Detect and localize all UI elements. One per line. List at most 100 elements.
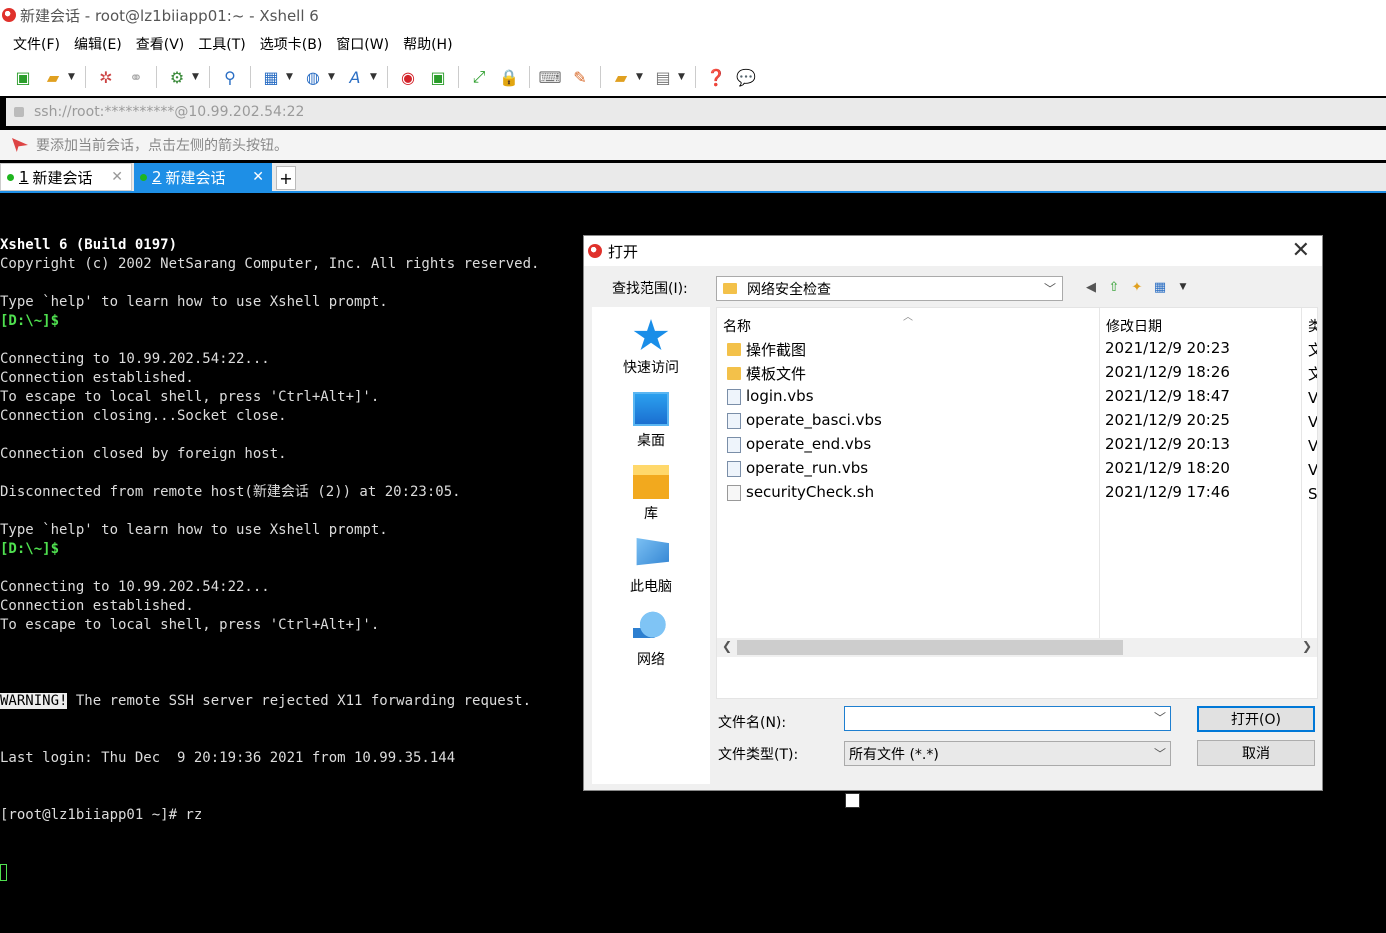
place-library[interactable]: 库 — [592, 465, 710, 523]
up-folder-icon[interactable]: ⇧ — [1105, 278, 1123, 296]
place-quick-access[interactable]: 快速访问 — [592, 319, 710, 377]
chat-icon[interactable]: 💬 — [735, 66, 757, 88]
status-dot-icon — [140, 173, 147, 181]
place-desktop[interactable]: 桌面 — [592, 392, 710, 450]
chevron-down-icon[interactable]: ▼ — [1174, 278, 1192, 296]
chevron-down-icon[interactable]: ▼ — [328, 72, 336, 82]
tab-session-1[interactable]: 1 新建会话 ✕ — [0, 163, 132, 191]
vbscript-file-icon — [727, 389, 741, 405]
new-session-icon[interactable]: ▣ — [12, 66, 34, 88]
xftp-icon[interactable]: ▣ — [427, 66, 449, 88]
open-folder-icon[interactable]: ▰ — [42, 66, 64, 88]
address-text: ssh://root:**********@10.99.202.54:22 — [34, 104, 305, 120]
place-this-pc[interactable]: 此电脑 — [592, 538, 710, 596]
file-row[interactable]: operate_basci.vbs 2021/12/9 20:25 VBScript… — [717, 409, 1317, 433]
scrollbar-thumb[interactable] — [737, 640, 1123, 655]
lock-icon[interactable]: 🔒 — [498, 66, 520, 88]
place-label: 库 — [644, 506, 658, 522]
view-menu-icon[interactable]: ▦ — [1151, 278, 1169, 296]
menu-edit[interactable]: 编辑(E) — [67, 34, 129, 54]
scroll-right-icon[interactable]: ❯ — [1302, 639, 1312, 653]
chevron-down-icon[interactable]: ﹀ — [1154, 709, 1166, 726]
fullscreen-icon[interactable]: ⤢ — [468, 66, 490, 88]
folder-icon — [727, 367, 741, 380]
search-icon[interactable]: ⚲ — [219, 66, 241, 88]
toolbar-divider — [695, 66, 696, 88]
chevron-down-icon[interactable]: ▼ — [286, 72, 294, 82]
new-tab-button[interactable]: + — [276, 166, 296, 190]
chevron-down-icon[interactable]: ▼ — [678, 72, 686, 82]
chevron-down-icon[interactable]: ▼ — [192, 72, 200, 82]
dialog-title-bar: 打开 — [584, 236, 1322, 266]
column-header-date[interactable]: 修改日期 — [1106, 316, 1162, 336]
place-label: 此电脑 — [630, 579, 672, 595]
menu-view[interactable]: 查看(V) — [129, 34, 192, 54]
file-name: 模板文件 — [746, 365, 807, 383]
tile-windows-icon[interactable]: ▤ — [652, 66, 674, 88]
chevron-down-icon: ﹀ — [1043, 282, 1056, 296]
new-folder-icon[interactable]: ✦ — [1128, 278, 1146, 296]
file-row[interactable]: operate_run.vbs 2021/12/9 18:20 VBScript 脚… — [717, 457, 1317, 481]
look-in-combo[interactable]: 网络安全检查 ﹀ — [716, 276, 1063, 301]
toolbar-divider — [600, 66, 601, 88]
layout-icon[interactable]: ▦ — [260, 66, 282, 88]
file-name: securityCheck.sh — [746, 483, 875, 501]
close-icon[interactable]: ✕ — [111, 169, 123, 185]
filename-input[interactable] — [844, 706, 1171, 731]
add-bookmark-icon[interactable]: ▰ — [610, 66, 632, 88]
open-file-dialog: 打开 ✕ 查找范围(I): 网络安全检查 ﹀ ◀ ⇧ ✦ ▦ ▼ 快速访问 桌面 — [583, 235, 1323, 812]
menu-window[interactable]: 窗口(W) — [329, 34, 396, 54]
disconnect-icon[interactable]: ⚭ — [125, 66, 147, 88]
toolbar-divider — [209, 66, 210, 88]
connect-icon[interactable]: ✲ — [95, 66, 117, 88]
help-icon[interactable]: ❓ — [705, 66, 727, 88]
menu-help[interactable]: 帮助(H) — [396, 34, 459, 54]
column-header-name[interactable]: 名称 — [723, 316, 751, 336]
menu-tab[interactable]: 选项卡(B) — [253, 34, 330, 54]
chevron-down-icon[interactable]: ﹀ — [1154, 745, 1166, 762]
chevron-down-icon[interactable]: ▼ — [636, 72, 644, 82]
xshell-icon[interactable]: ◉ — [397, 66, 419, 88]
highlight-icon[interactable]: ✎ — [569, 66, 591, 88]
properties-icon[interactable]: ⚙ — [166, 66, 188, 88]
close-icon[interactable]: ✕ — [252, 169, 264, 185]
session-hint-bar: 要添加当前会话，点击左侧的箭头按钮。 — [0, 130, 1386, 160]
file-name: operate_end.vbs — [746, 435, 872, 453]
font-icon[interactable]: A — [344, 66, 366, 88]
arrow-icon[interactable] — [12, 138, 28, 152]
scroll-left-icon[interactable]: ❮ — [722, 639, 732, 653]
back-icon[interactable]: ◀ — [1082, 278, 1100, 296]
chevron-down-icon[interactable]: ▼ — [370, 72, 378, 82]
dialog-title: 打开 — [608, 242, 639, 261]
file-row[interactable]: securityCheck.sh 2021/12/9 17:46 SH 文件 — [717, 481, 1317, 505]
xshell-logo-icon — [2, 8, 16, 22]
chevron-down-icon[interactable]: ▼ — [68, 72, 76, 82]
menu-file[interactable]: 文件(F) — [6, 34, 67, 54]
places-bar: 快速访问 桌面 库 此电脑 网络 — [592, 307, 710, 784]
filetype-select[interactable]: 所有文件 (*.*) — [844, 741, 1171, 766]
cancel-button[interactable]: 取消 — [1197, 740, 1315, 766]
look-in-label: 查找范围(I): — [612, 281, 688, 297]
file-list[interactable]: ︿ 名称 修改日期 类型 操作截图2021/12/9 20:23文件夹模板文件2… — [716, 307, 1318, 699]
terminal-cursor — [0, 863, 7, 881]
file-row[interactable]: 操作截图 2021/12/9 20:23 文件夹 — [717, 337, 1317, 361]
sort-ascending-icon: ︿ — [903, 312, 913, 323]
globe-icon[interactable]: ◍ — [302, 66, 324, 88]
terminal-line — [0, 863, 1386, 882]
file-row[interactable]: operate_end.vbs 2021/12/9 20:13 VBScript 脚… — [717, 433, 1317, 457]
horizontal-scrollbar[interactable]: ❮ ❯ — [717, 638, 1317, 657]
dialog-close-button[interactable]: ✕ — [1292, 240, 1310, 262]
file-row[interactable]: login.vbs 2021/12/9 18:47 VBScript 脚本文件 — [717, 385, 1317, 409]
place-network[interactable]: 网络 — [592, 611, 710, 669]
column-header-type[interactable]: 类型 — [1308, 316, 1317, 336]
file-row[interactable]: 模板文件 2021/12/9 18:26 文件夹 — [717, 361, 1317, 385]
keyboard-icon[interactable]: ⌨ — [538, 66, 561, 88]
address-bar[interactable]: ssh://root:**********@10.99.202.54:22 — [6, 98, 1386, 126]
open-button[interactable]: 打开(O) — [1197, 706, 1315, 732]
toolbar-divider — [250, 66, 251, 88]
vbscript-file-icon — [727, 413, 741, 429]
ascii-checkbox[interactable] — [845, 793, 860, 808]
warning-tag: WARNING! — [0, 693, 68, 709]
tab-session-2[interactable]: 2 新建会话 ✕ — [134, 163, 272, 191]
menu-tools[interactable]: 工具(T) — [191, 34, 252, 54]
